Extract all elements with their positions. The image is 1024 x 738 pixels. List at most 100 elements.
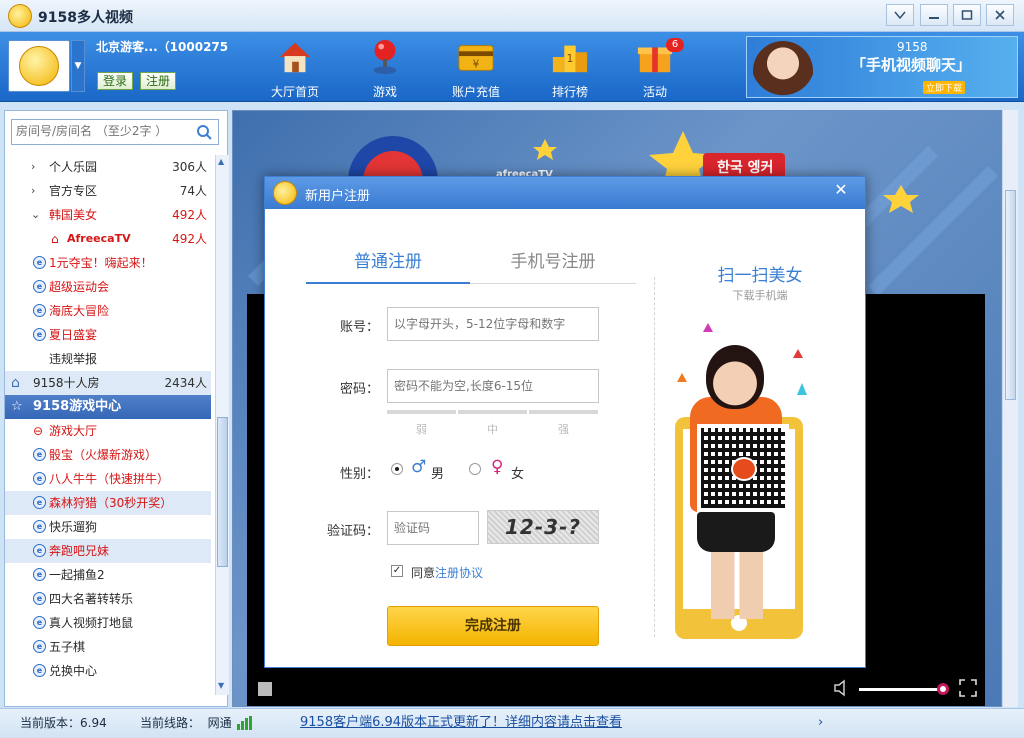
home-icon: ⌂ xyxy=(51,232,59,246)
tree-item[interactable]: e 奔跑吧兄妹 xyxy=(5,539,211,563)
toolbar-label: 账户充值 xyxy=(451,85,500,99)
strength-bar-strong xyxy=(529,410,598,414)
toolbar-label: 游戏 xyxy=(372,85,397,99)
tree-item[interactable]: ⌂ AfreecaTV 492人 xyxy=(5,227,211,251)
ad-banner[interactable]: 9158 「手机视频聊天」 立即下载 xyxy=(746,36,1018,98)
tree-item[interactable]: e 1元夺宝！嗨起来！ xyxy=(5,251,211,275)
banner-brand: 9158 xyxy=(897,40,928,54)
tree-item[interactable]: e 兑换中心 xyxy=(5,659,211,683)
confetti-decoration xyxy=(793,349,803,358)
close-button[interactable] xyxy=(986,4,1014,26)
signal-icon xyxy=(237,716,252,730)
scroll-up-icon[interactable]: ▲ xyxy=(218,157,224,166)
toolbar-ranking[interactable]: 1 排行榜 xyxy=(535,36,605,99)
scroll-down-icon[interactable]: ▼ xyxy=(218,681,224,690)
tree-item[interactable]: ⊖ 游戏大厅 xyxy=(5,419,211,443)
confetti-decoration xyxy=(677,373,687,382)
minimize-button[interactable] xyxy=(920,4,948,26)
gender-male-radio[interactable] xyxy=(391,463,403,475)
strength-label-weak: 弱 xyxy=(416,423,427,436)
tree-item[interactable]: e 夏日盛宴 xyxy=(5,323,211,347)
register-dialog: 新用户注册 ✕ 普通注册 手机号注册 账号： 密码： 弱 中 强 性别： ♂ 男… xyxy=(264,176,866,668)
toolbar-recharge[interactable]: ¥ 账户充值 xyxy=(441,36,511,99)
search-icon[interactable] xyxy=(196,124,212,140)
tree-item-label: 游戏大厅 xyxy=(49,424,98,438)
sidebar-scrollbar[interactable]: ▲ ▼ xyxy=(215,155,229,695)
confetti-decoration xyxy=(797,383,807,395)
fullscreen-icon[interactable] xyxy=(959,679,977,697)
tree-item[interactable]: e 五子棋 xyxy=(5,635,211,659)
sidebar-scroll-thumb[interactable] xyxy=(217,417,228,567)
captcha-image[interactable]: 12-3-? xyxy=(487,510,599,544)
tree-item[interactable]: e 骰宝（火爆新游戏） xyxy=(5,443,211,467)
captcha-input[interactable] xyxy=(387,511,479,545)
gender-label: 性别： xyxy=(339,467,379,482)
room-badge-icon: e xyxy=(33,664,46,677)
tree-item[interactable]: e 超级运动会 xyxy=(5,275,211,299)
tree-item[interactable]: e 快乐遛狗 xyxy=(5,515,211,539)
tree-item[interactable]: e 真人视频打地鼠 xyxy=(5,611,211,635)
caret-down-icon: ▼ xyxy=(74,61,82,71)
dialog-divider xyxy=(654,277,655,637)
gender-female-label: 女 xyxy=(511,467,525,482)
room-badge-icon: e xyxy=(33,304,46,317)
stop-icon[interactable] xyxy=(258,682,272,696)
account-input[interactable] xyxy=(387,307,599,341)
no-entry-icon: ⊖ xyxy=(33,424,44,438)
toolbar-lobby-home[interactable]: 大厅首页 xyxy=(260,36,330,99)
qr-title: 扫一扫美女 xyxy=(717,266,803,286)
banner-download: 立即下载 xyxy=(923,81,966,94)
volume-icon[interactable] xyxy=(833,679,853,697)
main-scrollbar[interactable] xyxy=(1002,110,1018,707)
house-icon xyxy=(279,42,311,73)
complete-register-button[interactable]: 完成注册 xyxy=(387,606,599,646)
tree-section[interactable]: ⌂ 9158十人房 2434人 xyxy=(5,371,211,395)
toolbar-events[interactable]: 活动 6 xyxy=(620,36,690,99)
tree-item[interactable]: › 官方专区 74人 xyxy=(5,179,211,203)
status-notice-arrow-icon[interactable]: › xyxy=(818,709,823,737)
room-badge-icon: e xyxy=(33,280,46,293)
avatar-dropdown-button[interactable]: ▼ xyxy=(71,40,85,92)
room-badge-icon: e xyxy=(33,448,46,461)
register-button[interactable]: 注册 xyxy=(140,72,177,90)
female-icon: ♀ xyxy=(491,457,504,477)
tab-phone-register[interactable]: 手机号注册 xyxy=(471,247,635,272)
agree-checkbox[interactable]: ✓ xyxy=(391,565,403,577)
gender-female-radio[interactable] xyxy=(469,463,481,475)
room-search-input[interactable] xyxy=(16,124,186,138)
volume-slider[interactable] xyxy=(859,688,943,691)
male-icon: ♂ xyxy=(411,457,427,477)
update-notice-link[interactable]: 9158客户端6.94版本正式更新了！详细内容请点击查看 xyxy=(300,709,622,737)
volume-slider-handle[interactable] xyxy=(937,683,949,695)
model-illustration xyxy=(711,549,763,619)
tree-item[interactable]: e 一起捕鱼2 xyxy=(5,563,211,587)
svg-text:¥: ¥ xyxy=(473,58,480,70)
banner-portrait xyxy=(753,41,813,97)
tree-item[interactable]: e 海底大冒险 xyxy=(5,299,211,323)
menu-dropdown-button[interactable] xyxy=(886,4,914,26)
tree-item-label: 四大名著转转乐 xyxy=(49,592,134,606)
ranking-icon: 1 xyxy=(552,45,588,73)
password-input[interactable] xyxy=(387,369,599,403)
room-badge-icon: e xyxy=(33,496,46,509)
tree-item[interactable]: e 四大名著转转乐 xyxy=(5,587,211,611)
room-badge-icon: e xyxy=(33,520,46,533)
dialog-close-button[interactable]: ✕ xyxy=(831,180,851,200)
avatar[interactable] xyxy=(8,40,70,92)
maximize-button[interactable] xyxy=(953,4,981,26)
login-button[interactable]: 登录 xyxy=(97,72,134,90)
tree-item[interactable]: › 个人乐园 306人 xyxy=(5,155,211,179)
agreement-link[interactable]: 注册协议 xyxy=(435,564,483,581)
tree-item[interactable]: 违规举报 xyxy=(5,347,211,371)
tree-section-label: 9158游戏中心 xyxy=(33,399,122,414)
tree-item[interactable]: ⌄ 韩国美女 492人 xyxy=(5,203,211,227)
toolbar-games[interactable]: 游戏 xyxy=(350,36,420,99)
chevron-down-icon: ⌄ xyxy=(31,208,41,221)
tree-section[interactable]: ☆ 9158游戏中心 xyxy=(5,395,211,419)
tab-normal-register[interactable]: 普通注册 xyxy=(306,247,470,272)
room-badge-icon: e xyxy=(33,472,46,485)
tree-item[interactable]: e 八人牛牛（快速拼牛） xyxy=(5,467,211,491)
room-search-box[interactable] xyxy=(11,119,219,145)
tree-item[interactable]: e 森林狩猎（30秒开奖） xyxy=(5,491,211,515)
main-scroll-thumb[interactable] xyxy=(1005,190,1016,400)
